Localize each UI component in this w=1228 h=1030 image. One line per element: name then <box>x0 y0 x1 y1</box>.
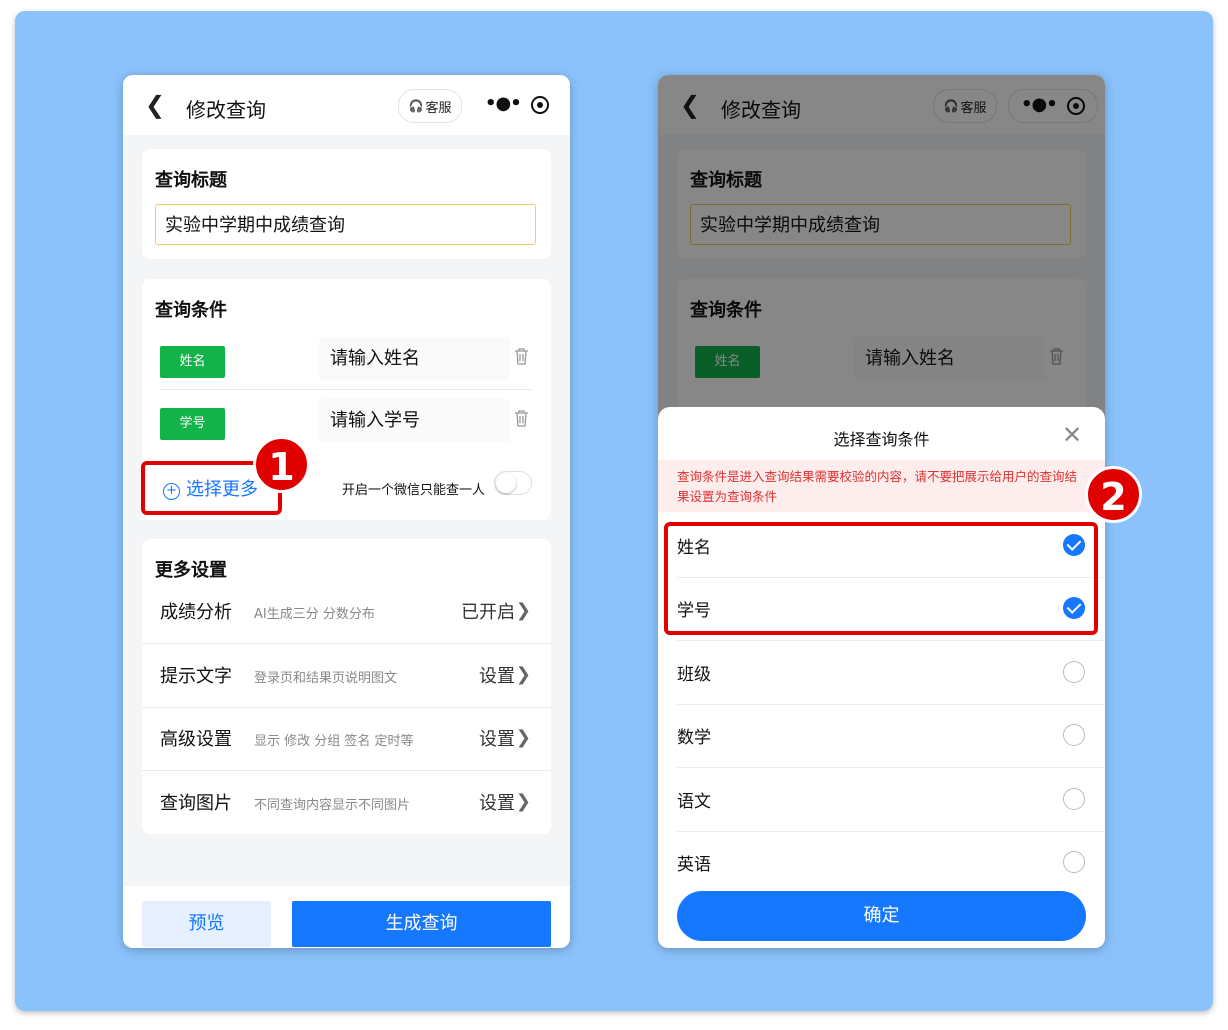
condition-tag: 学号 <box>160 408 225 440</box>
chevron-left-icon[interactable]: ❮ <box>145 91 165 119</box>
setting-value: 设置 <box>479 729 515 750</box>
more-dots-icon[interactable]: •●• <box>485 93 522 114</box>
condition-tag: 姓名 <box>160 346 225 378</box>
close-icon[interactable]: ✕ <box>1062 423 1082 447</box>
condition-row: 学号 请输入学号 <box>160 399 533 459</box>
chevron-right-icon: ❯ <box>515 791 531 812</box>
preview-button[interactable]: 预览 <box>142 901 271 947</box>
setting-value: 已开启 <box>461 602 515 623</box>
headphones-icon: 🎧 <box>408 99 424 113</box>
warning-banner: 查询条件是进入查询结果需要校验的内容，请不要把展示给用户的查询结果设置为查询条件 <box>658 460 1105 512</box>
confirm-button[interactable]: 确定 <box>677 891 1086 941</box>
setting-desc: 登录页和结果页说明图文 <box>254 671 398 686</box>
setting-value: 设置 <box>479 666 515 687</box>
option-chinese[interactable]: 语文 <box>658 768 1105 831</box>
one-person-toggle[interactable] <box>494 471 532 495</box>
conditions-heading: 查询条件 <box>155 300 227 321</box>
trash-icon[interactable] <box>514 409 529 427</box>
title-card: 查询标题 实验中学期中成绩查询 <box>142 149 551 259</box>
setting-row-query-image[interactable]: 查询图片 不同查询内容显示不同图片 设置 ❯ <box>142 771 551 834</box>
option-english[interactable]: 英语 <box>658 831 1105 894</box>
chevron-right-icon: ❯ <box>515 727 531 748</box>
setting-name: 成绩分析 <box>160 602 232 623</box>
step-badge-1: 1 <box>253 436 310 493</box>
title-input[interactable]: 实验中学期中成绩查询 <box>155 204 536 245</box>
target-circle-icon[interactable] <box>531 96 549 114</box>
empty-circle-icon[interactable] <box>1063 851 1085 873</box>
bottom-bar: 预览 生成查询 <box>123 886 570 948</box>
option-label: 语文 <box>677 792 711 812</box>
highlight-selected-options <box>664 522 1098 635</box>
more-settings-card: 更多设置 成绩分析 AI生成三分 分数分布 已开启 ❯ 提示文字 登录页和结果页… <box>142 539 551 834</box>
setting-row-hint-text[interactable]: 提示文字 登录页和结果页说明图文 设置 ❯ <box>142 644 551 707</box>
condition-input[interactable]: 请输入学号 <box>319 399 510 442</box>
trash-icon[interactable] <box>514 347 529 365</box>
mini-program-capsule: •●• <box>473 89 561 121</box>
setting-name: 高级设置 <box>160 729 232 750</box>
title-heading: 查询标题 <box>155 170 227 191</box>
step-badge-2: 2 <box>1085 466 1142 523</box>
setting-desc: 不同查询内容显示不同图片 <box>254 798 411 813</box>
option-label: 数学 <box>677 728 711 748</box>
toggle-label: 开启一个微信只能查一人 <box>342 483 486 498</box>
setting-row-score-analysis[interactable]: 成绩分析 AI生成三分 分数分布 已开启 ❯ <box>142 580 551 643</box>
empty-circle-icon[interactable] <box>1063 661 1085 683</box>
select-conditions-sheet: 选择查询条件 ✕ 查询条件是进入查询结果需要校验的内容，请不要把展示给用户的查询… <box>658 407 1105 948</box>
empty-circle-icon[interactable] <box>1063 788 1085 810</box>
setting-row-advanced[interactable]: 高级设置 显示 修改 分组 签名 定时等 设置 ❯ <box>142 707 551 770</box>
option-class[interactable]: 班级 <box>658 641 1105 704</box>
page-title: 修改查询 <box>186 98 266 122</box>
divider <box>160 389 533 390</box>
option-label: 班级 <box>677 665 711 685</box>
sheet-title: 选择查询条件 <box>833 430 930 449</box>
more-settings-heading: 更多设置 <box>155 560 227 581</box>
option-math[interactable]: 数学 <box>658 704 1105 767</box>
phone-screen-select-conditions: ❮ 修改查询 🎧 客服 •●• 查询标题 实验中学期中成绩查询 查询条件 姓名 … <box>658 75 1105 948</box>
setting-name: 查询图片 <box>160 793 232 814</box>
setting-name: 提示文字 <box>160 666 232 687</box>
setting-value: 设置 <box>479 793 515 814</box>
condition-input[interactable]: 请输入姓名 <box>319 337 510 380</box>
chevron-right-icon: ❯ <box>515 600 531 621</box>
nav-bar: ❮ 修改查询 🎧 客服 •●• <box>123 75 570 135</box>
condition-row: 姓名 请输入姓名 <box>160 337 533 397</box>
chevron-right-icon: ❯ <box>515 664 531 685</box>
setting-desc: 显示 修改 分组 签名 定时等 <box>254 734 414 749</box>
empty-circle-icon[interactable] <box>1063 724 1085 746</box>
setting-desc: AI生成三分 分数分布 <box>254 607 375 622</box>
service-button[interactable]: 🎧 客服 <box>398 89 462 123</box>
option-label: 英语 <box>677 855 711 875</box>
service-label: 客服 <box>425 100 452 116</box>
generate-query-button[interactable]: 生成查询 <box>292 901 551 947</box>
